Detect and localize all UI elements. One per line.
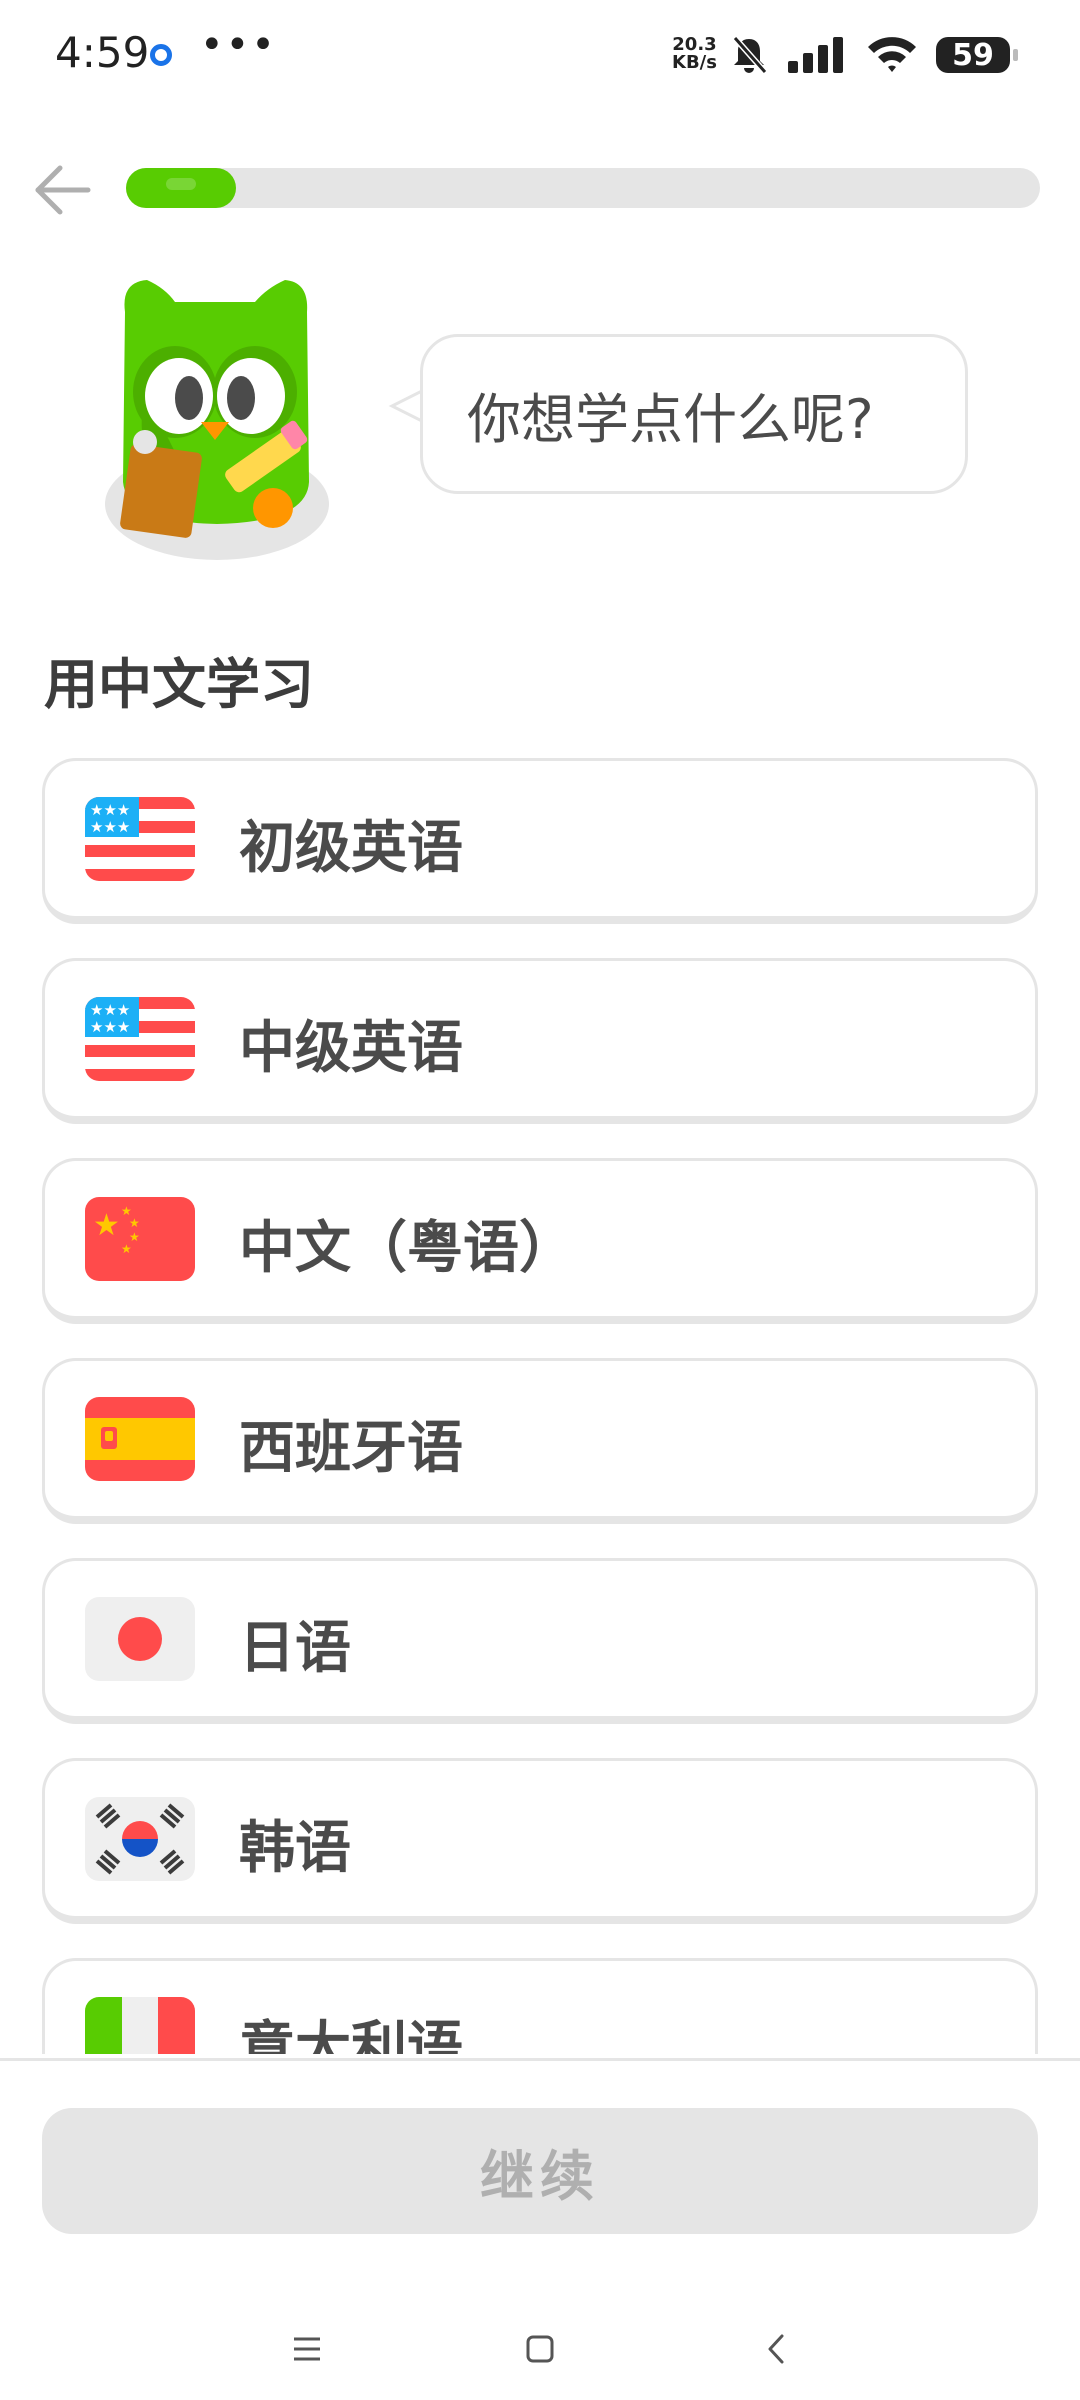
course-option-beginner-english[interactable]: ★★★ ★★★ 初级英语 bbox=[42, 758, 1038, 924]
progress-bar-fill bbox=[126, 168, 236, 208]
svg-text:★★★: ★★★ bbox=[90, 818, 130, 836]
svg-text:★: ★ bbox=[129, 1216, 140, 1230]
speech-bubble: 你想学点什么呢? bbox=[420, 334, 968, 494]
wifi-icon bbox=[868, 37, 916, 72]
svg-text:★★★: ★★★ bbox=[90, 1018, 130, 1036]
spain-flag-icon bbox=[85, 1397, 195, 1481]
back-nav-icon[interactable] bbox=[752, 2324, 802, 2374]
owl-mascot-image bbox=[105, 280, 329, 560]
app-notification-icon bbox=[150, 44, 172, 66]
italy-flag-icon bbox=[85, 1997, 195, 2054]
status-time: 4:59 bbox=[55, 28, 150, 77]
course-option-intermediate-english[interactable]: ★★★ ★★★ 中级英语 bbox=[42, 958, 1038, 1124]
progress-bar bbox=[126, 168, 1040, 208]
course-label: 西班牙语 bbox=[239, 1416, 463, 1481]
svg-text:★★★: ★★★ bbox=[90, 1001, 130, 1019]
us-flag-icon: ★★★ ★★★ bbox=[85, 997, 195, 1081]
course-option-italian[interactable]: 意大利语 bbox=[42, 1958, 1038, 2054]
footer-divider bbox=[0, 2058, 1080, 2061]
korea-flag-icon bbox=[85, 1797, 195, 1881]
network-speed-unit: KB/s bbox=[672, 52, 717, 73]
course-option-cantonese[interactable]: ★ ★ ★ ★ ★ 中文（粤语） bbox=[42, 1158, 1038, 1324]
course-label: 韩语 bbox=[239, 1816, 351, 1881]
course-option-korean[interactable]: 韩语 bbox=[42, 1758, 1038, 1924]
course-label: 意大利语 bbox=[239, 2016, 463, 2054]
section-title: 用中文学习 bbox=[44, 653, 314, 716]
course-label: 初级英语 bbox=[239, 816, 463, 881]
battery-level: 59 bbox=[952, 37, 994, 73]
system-nav-bar bbox=[0, 2300, 1080, 2400]
mute-bell-icon bbox=[732, 36, 768, 74]
more-notifications-icon: ••• bbox=[200, 22, 277, 68]
menu-icon[interactable] bbox=[282, 2324, 332, 2374]
status-bar: 4:59 ••• 20.3 KB/s 59 bbox=[0, 0, 1080, 110]
china-flag-icon: ★ ★ ★ ★ ★ bbox=[85, 1197, 195, 1281]
course-label: 中级英语 bbox=[239, 1016, 463, 1081]
course-label: 中文（粤语） bbox=[239, 1216, 575, 1281]
back-button[interactable] bbox=[30, 160, 100, 220]
prompt-question: 你想学点什么呢? bbox=[467, 387, 874, 451]
course-option-spanish[interactable]: 西班牙语 bbox=[42, 1358, 1038, 1524]
svg-text:★: ★ bbox=[121, 1242, 132, 1256]
arrow-left-icon bbox=[35, 165, 91, 215]
course-label: 日语 bbox=[239, 1616, 351, 1681]
home-icon[interactable] bbox=[515, 2324, 565, 2374]
svg-text:★★★: ★★★ bbox=[90, 801, 130, 819]
course-list[interactable]: ★★★ ★★★ 初级英语 ★★★ ★★★ 中级英语 ★ ★ ★ ★ ★ 中文（粤… bbox=[42, 758, 1038, 2054]
svg-text:★: ★ bbox=[93, 1208, 120, 1243]
battery-icon: 59 bbox=[936, 37, 1018, 73]
us-flag-icon: ★★★ ★★★ bbox=[85, 797, 195, 881]
japan-flag-icon bbox=[85, 1597, 195, 1681]
signal-icon bbox=[788, 37, 843, 73]
continue-button[interactable]: 继续 bbox=[42, 2108, 1038, 2234]
course-option-japanese[interactable]: 日语 bbox=[42, 1558, 1038, 1724]
network-speed: 20.3 KB/s bbox=[672, 36, 717, 72]
